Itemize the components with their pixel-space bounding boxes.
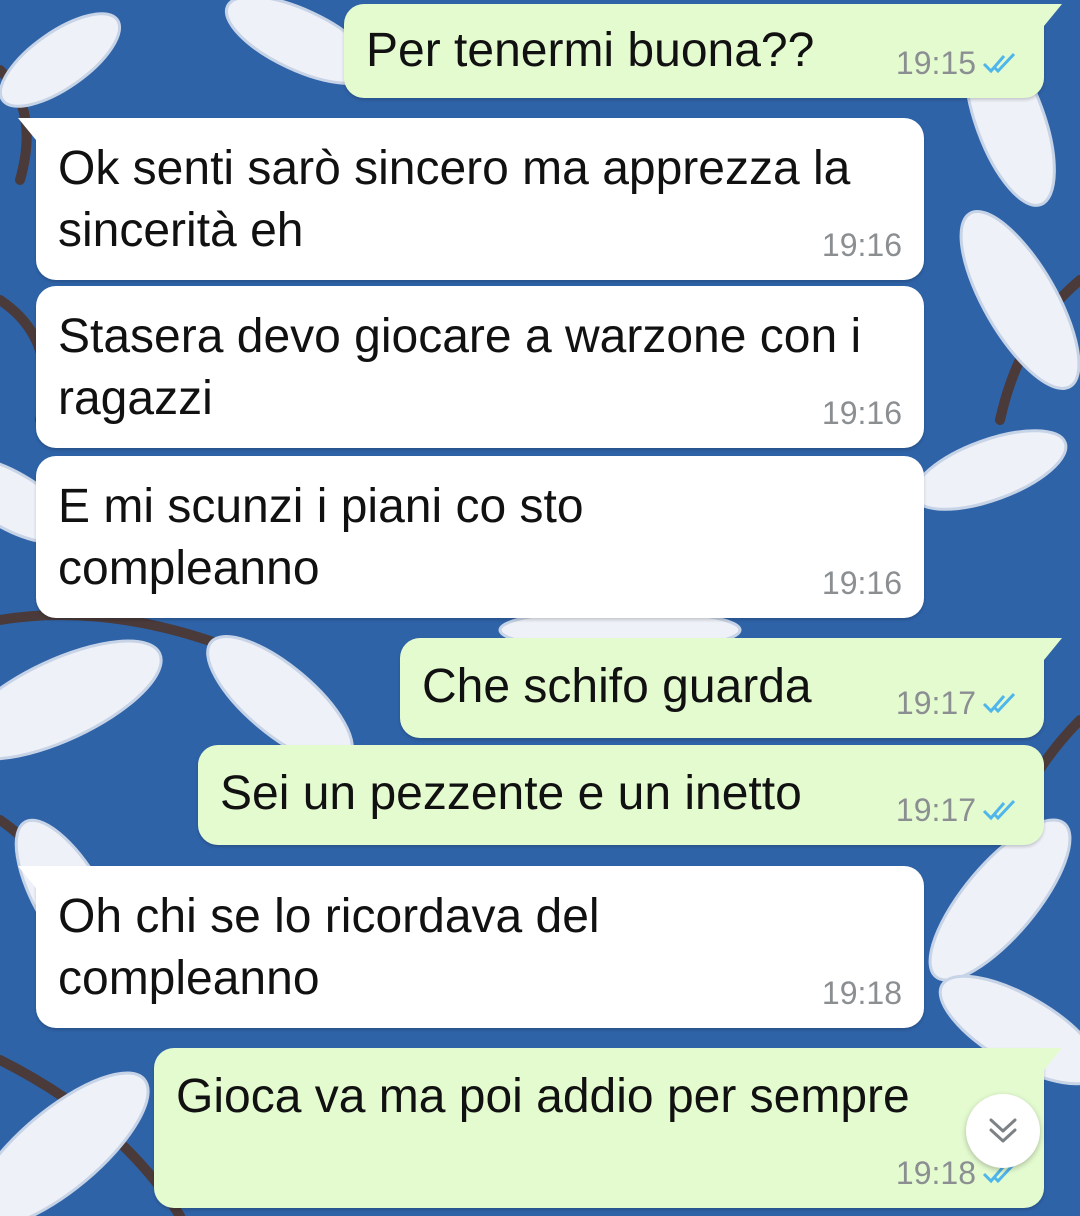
bubble-tail [18,118,36,140]
message-time: 19:17 [895,792,976,828]
message-text: Oh chi se lo ricordava del compleanno [58,890,600,1005]
message-time: 19:18 [821,975,902,1011]
double-chevron-down-icon [989,1118,1017,1143]
message-bubble-incoming[interactable]: Oh chi se lo ricordava del compleanno 19… [18,866,924,1028]
scroll-to-bottom-button[interactable] [966,1094,1040,1168]
message-time: 19:16 [821,227,902,263]
message-time: 19:15 [895,45,976,81]
message-time: 19:18 [895,1155,976,1191]
message-bubble-outgoing[interactable]: Gioca va ma poi addio per sempre 19:18 [154,1048,1062,1208]
message-text: Ok senti sarò sincero ma apprezza la sin… [58,142,851,257]
message-bubble-incoming[interactable]: Stasera devo giocare a warzone con i rag… [36,286,924,448]
message-time: 19:16 [821,395,902,431]
message-meta: 19:17 [896,686,1018,720]
message-bubble-outgoing[interactable]: Che schifo guarda 19:17 [400,638,1062,738]
message-bubble-outgoing[interactable]: Per tenermi buona?? 19:15 [344,4,1062,98]
message-time: 19:16 [821,565,902,601]
double-check-read-icon [982,692,1016,714]
message-time: 19:17 [895,685,976,721]
message-meta: 19:17 [896,793,1018,827]
message-meta: 19:15 [896,46,1018,80]
message-meta: 19:16 [822,396,902,430]
double-check-read-icon [982,52,1016,74]
message-text: Stasera devo giocare a warzone con i rag… [58,310,862,425]
message-text: Gioca va ma poi addio per sempre [176,1070,910,1123]
message-meta: 19:18 [822,976,902,1010]
bubble-tail [1044,1048,1062,1070]
message-meta: 19:16 [822,566,902,600]
bubble-tail [1044,4,1062,26]
bubble-tail [18,866,36,888]
message-bubble-incoming[interactable]: E mi scunzi i piani co sto compleanno 19… [36,456,924,618]
message-text: E mi scunzi i piani co sto compleanno [58,480,584,595]
message-bubble-outgoing[interactable]: Sei un pezzente e un inetto 19:17 [198,745,1044,845]
double-check-read-icon [982,799,1016,821]
bubble-tail [1044,638,1062,660]
message-meta: 19:16 [822,228,902,262]
message-bubble-incoming[interactable]: Ok senti sarò sincero ma apprezza la sin… [18,118,924,280]
